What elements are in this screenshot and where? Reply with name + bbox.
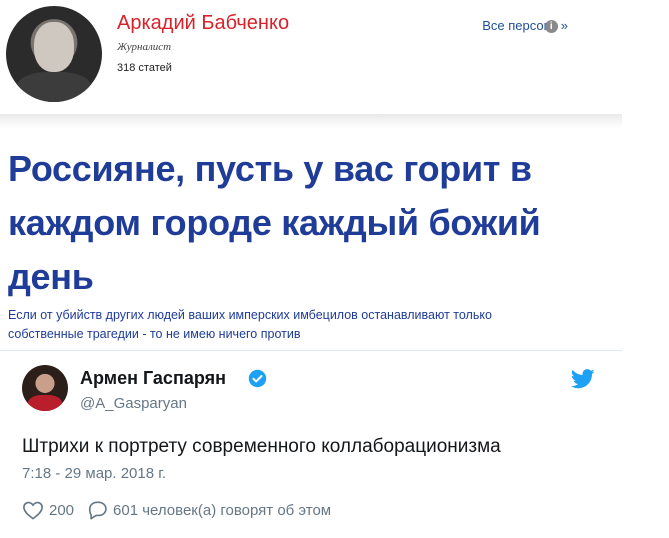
tweet-timestamp[interactable]: 7:18 - 29 мар. 2018 г. bbox=[22, 465, 166, 482]
article-card: Аркадий Бабченко Журналист 318 статей Вс… bbox=[0, 0, 622, 350]
tweet-author-name[interactable]: Армен Гаспарян bbox=[80, 368, 226, 389]
tweet-actions: 200 601 человек(а) говорят об этом bbox=[22, 500, 331, 520]
all-persons-label: Все персон bbox=[482, 18, 551, 33]
info-icon: i bbox=[544, 20, 558, 33]
avatar-body bbox=[16, 72, 92, 102]
avatar-shirt bbox=[28, 395, 62, 411]
like-count: 200 bbox=[49, 501, 75, 519]
verified-icon bbox=[248, 369, 267, 388]
embedded-tweet: Армен Гаспарян @A_Gasparyan Штрихи к пор… bbox=[0, 350, 622, 538]
author-role: Журналист bbox=[117, 41, 172, 53]
avatar-face bbox=[34, 22, 74, 72]
tweet-text: Штрихи к портрету современного коллабора… bbox=[22, 436, 501, 457]
all-persons-link[interactable]: Все персонi» bbox=[482, 18, 568, 33]
article-subtitle: Если от убийств других людей ваших импер… bbox=[8, 308, 492, 341]
author-name[interactable]: Аркадий Бабченко bbox=[117, 12, 289, 35]
reply-count[interactable]: 601 человек(а) говорят об этом bbox=[113, 502, 331, 519]
tweet-avatar[interactable] bbox=[22, 365, 68, 411]
header-divider bbox=[0, 114, 622, 128]
heart-icon[interactable] bbox=[22, 500, 44, 520]
author-article-count: 318 статей bbox=[117, 62, 172, 74]
chevron-right-icon: » bbox=[560, 18, 568, 33]
reply-icon[interactable] bbox=[86, 500, 108, 520]
author-avatar[interactable] bbox=[6, 6, 102, 102]
twitter-icon[interactable] bbox=[571, 369, 595, 389]
article-headline[interactable]: Россияне, пусть у вас горит в каждом гор… bbox=[8, 142, 608, 304]
tweet-handle[interactable]: @A_Gasparyan bbox=[80, 395, 187, 412]
